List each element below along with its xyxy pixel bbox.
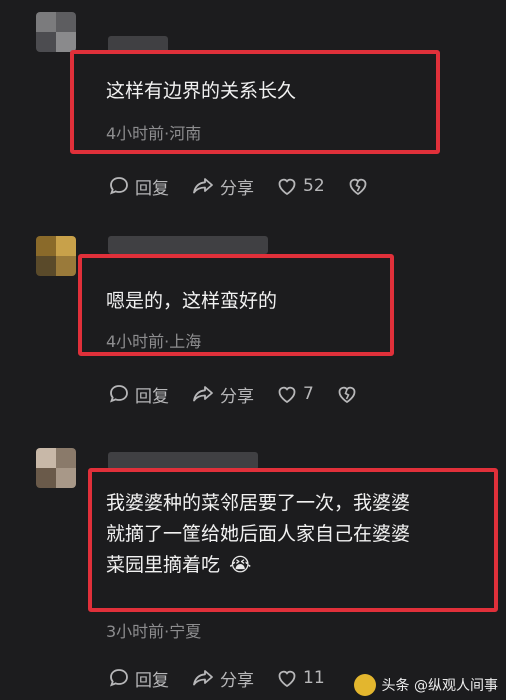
heart-icon	[278, 178, 296, 196]
dislike-button[interactable]	[347, 175, 374, 197]
comment-text-block: 我婆婆种的菜邻居要了一次，我婆婆 就摘了一筐给她后面人家自己在婆婆 菜园里摘着吃…	[106, 488, 410, 581]
username-blurred[interactable]	[108, 236, 268, 254]
share-arrow-icon	[193, 178, 213, 194]
like-button[interactable]: 11	[276, 667, 325, 689]
watermark-text: 头条 @纵观人间事	[381, 678, 498, 694]
avatar[interactable]	[36, 448, 76, 488]
broken-heart-icon	[349, 178, 367, 196]
watermark: 头条 @纵观人间事	[353, 674, 498, 696]
chat-bubble-icon	[110, 669, 128, 687]
comment-text: 嗯是的，这样蛮好的	[106, 290, 278, 312]
comment-text-line: 就摘了一筐给她后面人家自己在婆婆	[106, 523, 411, 545]
reply-label: 回复	[135, 178, 169, 199]
toutiao-logo-icon	[353, 674, 376, 696]
share-button[interactable]: 分享	[191, 382, 254, 407]
share-label: 分享	[220, 178, 254, 199]
share-button[interactable]: 分享	[191, 666, 254, 691]
reply-label: 回复	[135, 670, 169, 691]
comment-meta: 4小时前·上海	[106, 332, 202, 351]
share-arrow-icon	[193, 386, 213, 402]
chat-bubble-icon	[110, 385, 128, 403]
reply-button[interactable]: 回复	[108, 666, 169, 691]
comment-actions: 回复 分享 7	[108, 380, 385, 408]
broken-heart-icon	[338, 386, 356, 404]
like-count: 7	[303, 384, 314, 404]
avatar[interactable]	[36, 236, 76, 276]
reply-button[interactable]: 回复	[108, 174, 169, 199]
comment-text-line: 菜园里摘着吃	[106, 554, 221, 576]
comment-meta: 3小时前·宁夏	[106, 622, 202, 641]
reply-button[interactable]: 回复	[108, 382, 169, 407]
share-label: 分享	[220, 386, 254, 407]
comment-actions: 回复 分享 11	[108, 664, 347, 692]
like-button[interactable]: 7	[276, 383, 314, 405]
share-label: 分享	[220, 670, 254, 691]
comment-text: 这样有边界的关系长久	[106, 80, 297, 102]
like-count: 11	[303, 668, 325, 688]
comment-actions: 回复 分享 52	[108, 172, 396, 200]
share-button[interactable]: 分享	[191, 174, 254, 199]
share-arrow-icon	[193, 670, 213, 686]
avatar[interactable]	[36, 12, 76, 52]
chat-bubble-icon	[110, 177, 128, 195]
comment-meta: 4小时前·河南	[106, 124, 202, 143]
heart-icon	[278, 386, 296, 404]
dislike-button[interactable]	[336, 383, 363, 405]
reply-label: 回复	[135, 386, 169, 407]
like-button[interactable]: 52	[276, 175, 325, 197]
crying-emoji: 😭	[229, 554, 252, 576]
like-count: 52	[303, 176, 325, 196]
heart-icon	[278, 670, 296, 688]
comment-text-line: 我婆婆种的菜邻居要了一次，我婆婆	[106, 492, 411, 514]
